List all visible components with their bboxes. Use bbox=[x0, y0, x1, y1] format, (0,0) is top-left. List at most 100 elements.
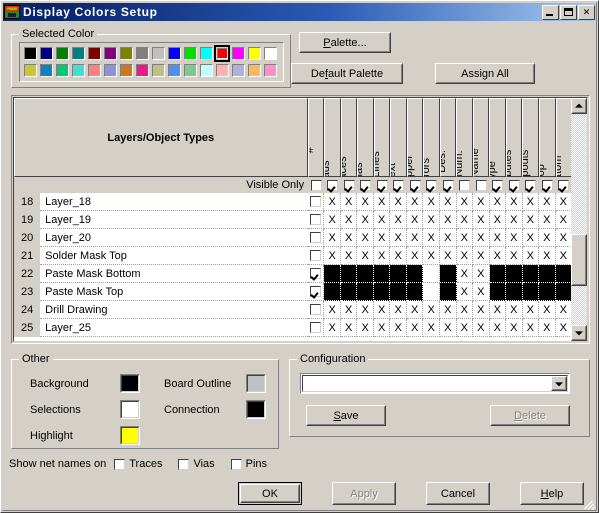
column-header-copper[interactable]: Copper bbox=[406, 98, 424, 177]
row-cell-traces[interactable]: X bbox=[340, 229, 358, 247]
row-cell-ref-des[interactable] bbox=[439, 265, 457, 283]
row-cell-copper[interactable] bbox=[406, 265, 424, 283]
palette-swatch-15[interactable] bbox=[262, 45, 278, 62]
row-cell-pads[interactable]: X bbox=[324, 301, 341, 319]
row-cell-2d-lines[interactable] bbox=[373, 283, 391, 301]
column-header-net-name[interactable]: Net Name bbox=[472, 98, 490, 177]
row-visible-checkbox[interactable] bbox=[310, 286, 322, 297]
save-configuration-button[interactable]: Save bbox=[306, 405, 386, 426]
help-button[interactable]: Help bbox=[520, 482, 584, 505]
chevron-down-icon[interactable] bbox=[551, 376, 567, 391]
configuration-combobox[interactable] bbox=[300, 373, 570, 394]
visible-only-cell-13[interactable] bbox=[523, 177, 540, 193]
row-cell-net-name[interactable]: X bbox=[473, 193, 490, 211]
palette-swatch-12[interactable] bbox=[214, 45, 230, 62]
visible-only-checkbox-vias[interactable] bbox=[360, 179, 372, 191]
palette-button[interactable]: Palette... bbox=[299, 32, 391, 53]
row-layer-name[interactable]: Layer_25 bbox=[40, 319, 308, 337]
row-cell-text[interactable]: X bbox=[390, 247, 407, 265]
row-cell-bottom[interactable]: X bbox=[555, 319, 572, 337]
column-header-ref-des[interactable]: Ref. Des. bbox=[439, 98, 457, 177]
net-names-pins-option[interactable]: Pins bbox=[230, 458, 267, 470]
visible-only-cell-9[interactable] bbox=[457, 177, 474, 193]
palette-swatch-26[interactable] bbox=[182, 62, 198, 79]
visible-only-cell-12[interactable] bbox=[506, 177, 523, 193]
row-cell-copper[interactable]: X bbox=[406, 247, 424, 265]
palette-swatch-0[interactable] bbox=[22, 45, 38, 62]
row-cell-attributes[interactable] bbox=[506, 265, 523, 283]
column-header-keepouts[interactable]: Keepouts bbox=[522, 98, 539, 177]
row-cell-bottom[interactable]: X bbox=[555, 247, 572, 265]
visible-only-cell-10[interactable] bbox=[473, 177, 490, 193]
row-layer-name[interactable]: Solder Mask Top bbox=[40, 247, 308, 265]
layers-table[interactable]: Layers/Object Types# Pads Traces Vias 2D Lin… bbox=[14, 98, 572, 341]
row-cell-errors[interactable]: X bbox=[423, 211, 440, 229]
row-layer-name[interactable]: Drill Drawing bbox=[40, 301, 308, 319]
visible-only-checkbox-type[interactable] bbox=[492, 179, 504, 191]
row-visible-checkbox[interactable] bbox=[310, 268, 322, 279]
row-cell-2d-lines[interactable]: X bbox=[373, 301, 391, 319]
row-cell-2d-lines[interactable]: X bbox=[373, 319, 391, 337]
table-row[interactable]: 22 Paste Mask Bottom X X bbox=[14, 265, 572, 283]
row-cell-copper[interactable]: X bbox=[406, 319, 424, 337]
net-names-pins-checkbox[interactable] bbox=[230, 458, 242, 470]
palette-swatch-19[interactable] bbox=[70, 62, 86, 79]
table-vertical-scrollbar[interactable] bbox=[571, 98, 587, 341]
row-visible-checkbox[interactable] bbox=[310, 322, 322, 333]
row-cell-ref-des[interactable] bbox=[439, 283, 457, 301]
palette-swatch-9[interactable] bbox=[166, 45, 182, 62]
visible-only-checkbox-ref-des[interactable] bbox=[442, 179, 454, 191]
connection-color-chip[interactable] bbox=[246, 400, 266, 419]
row-layer-name[interactable]: Layer_20 bbox=[40, 229, 308, 247]
visible-only-cell-5[interactable] bbox=[391, 177, 408, 193]
row-cell-pin-num[interactable]: X bbox=[456, 265, 474, 283]
row-cell-type[interactable]: X bbox=[489, 193, 507, 211]
palette-swatch-5[interactable] bbox=[102, 45, 118, 62]
row-cell-copper[interactable]: X bbox=[406, 301, 424, 319]
column-header-pin-num[interactable]: Pin Num. bbox=[456, 98, 473, 177]
row-cell-vias[interactable]: X bbox=[357, 319, 374, 337]
row-cell-net-name[interactable]: X bbox=[473, 319, 490, 337]
palette-swatch-23[interactable] bbox=[134, 62, 150, 79]
row-cell-top[interactable]: X bbox=[539, 211, 556, 229]
row-cell-traces[interactable]: X bbox=[340, 319, 358, 337]
palette-swatch-11[interactable] bbox=[198, 45, 214, 62]
visible-only-checkbox-top[interactable] bbox=[541, 179, 553, 191]
palette-swatch-14[interactable] bbox=[246, 45, 262, 62]
visible-only-cell-2[interactable] bbox=[341, 177, 358, 193]
row-cell-bottom[interactable]: X bbox=[555, 211, 572, 229]
palette-swatch-2[interactable] bbox=[54, 45, 70, 62]
row-cell-vias[interactable] bbox=[357, 283, 374, 301]
row-cell-type[interactable]: X bbox=[489, 247, 507, 265]
row-cell-type[interactable] bbox=[489, 283, 507, 301]
column-header-vias[interactable]: Vias bbox=[357, 98, 374, 177]
visible-only-cell-11[interactable] bbox=[490, 177, 507, 193]
row-cell-net-name[interactable]: X bbox=[473, 211, 490, 229]
delete-configuration-button[interactable]: Delete bbox=[490, 405, 570, 426]
row-cell-text[interactable]: X bbox=[390, 193, 407, 211]
row-cell-2d-lines[interactable]: X bbox=[373, 229, 391, 247]
row-cell-ref-des[interactable]: X bbox=[439, 211, 457, 229]
palette-swatch-4[interactable] bbox=[86, 45, 102, 62]
row-cell-net-name[interactable]: X bbox=[473, 283, 490, 301]
row-visible-cell[interactable] bbox=[307, 283, 325, 301]
row-visible-cell[interactable] bbox=[307, 247, 325, 265]
palette-swatch-7[interactable] bbox=[134, 45, 150, 62]
table-row[interactable]: 20 Layer_20 X X X X X X X X X X X X X X X bbox=[14, 229, 572, 247]
row-cell-keepouts[interactable]: X bbox=[522, 319, 540, 337]
row-cell-traces[interactable] bbox=[340, 265, 358, 283]
row-cell-top[interactable]: X bbox=[539, 301, 556, 319]
column-header-[interactable]: # bbox=[307, 98, 325, 177]
row-cell-pin-num[interactable]: X bbox=[456, 319, 474, 337]
row-cell-net-name[interactable]: X bbox=[473, 265, 490, 283]
assign-all-button[interactable]: Assign All bbox=[435, 63, 535, 84]
column-header-top[interactable]: Top bbox=[538, 98, 556, 177]
row-cell-net-name[interactable]: X bbox=[473, 301, 490, 319]
row-cell-vias[interactable]: X bbox=[357, 301, 374, 319]
column-header-bottom[interactable]: Bottom bbox=[555, 98, 572, 177]
row-cell-vias[interactable]: X bbox=[357, 229, 374, 247]
minimize-button[interactable] bbox=[542, 4, 559, 20]
palette-swatch-17[interactable] bbox=[38, 62, 54, 79]
row-cell-bottom[interactable]: X bbox=[555, 193, 572, 211]
palette-swatch-22[interactable] bbox=[118, 62, 134, 79]
